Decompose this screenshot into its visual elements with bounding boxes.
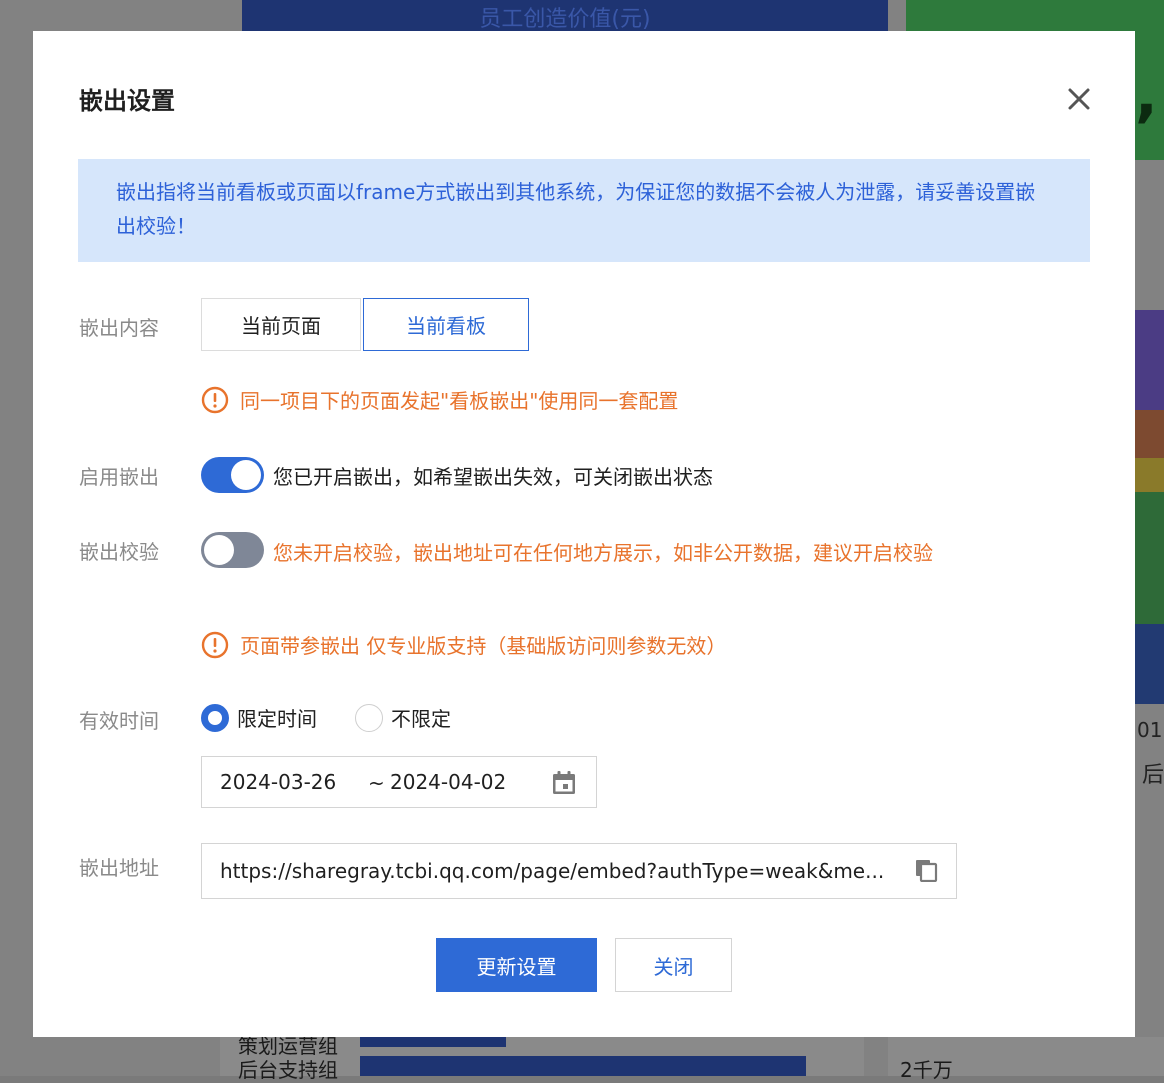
embed-verify-label: 嵌出校验 xyxy=(79,540,159,564)
update-settings-button[interactable]: 更新设置 xyxy=(436,938,597,992)
embed-url-field[interactable]: https://sharegray.tcbi.qq.com/page/embed… xyxy=(201,843,957,899)
toggle-knob xyxy=(204,535,234,565)
toggle-knob xyxy=(231,460,261,490)
background-bar-row1 xyxy=(360,1037,506,1047)
radio-unlimited-label: 不限定 xyxy=(391,707,451,731)
radio-limited-time[interactable]: 限定时间 xyxy=(201,703,317,732)
embed-verify-toggle[interactable] xyxy=(201,532,264,568)
embed-url-text: https://sharegray.tcbi.qq.com/page/embed… xyxy=(220,859,885,883)
validity-label: 有效时间 xyxy=(79,709,159,733)
embed-settings-dialog: 嵌出设置 嵌出指将当前看板或页面以frame方式嵌出到其他系统，为保证您的数据不… xyxy=(33,31,1135,1037)
config-warning-text: 同一项目下的页面发起"看板嵌出"使用同一套配置 xyxy=(240,389,679,413)
config-warning: 同一项目下的页面发起"看板嵌出"使用同一套配置 xyxy=(201,385,678,414)
param-warning-text: 页面带参嵌出 仅专业版支持（基础版访问则参数无效） xyxy=(240,634,727,658)
background-chart-header: 员工创造价值(元) xyxy=(242,0,888,34)
enable-embed-text: 您已开启嵌出，如希望嵌出失效，可关闭嵌出状态 xyxy=(273,465,713,489)
copy-icon[interactable] xyxy=(914,858,938,882)
dialog-title: 嵌出设置 xyxy=(79,87,175,115)
radio-checked-icon xyxy=(201,703,229,732)
background-value: 2千万 xyxy=(900,1058,953,1082)
background-bar-green xyxy=(1135,492,1164,624)
radio-limited-time-label: 限定时间 xyxy=(237,707,317,731)
date-range-picker[interactable]: 2024-03-26 ~ 2024-04-02 xyxy=(201,756,597,808)
radio-unlimited[interactable]: 不限定 xyxy=(355,703,451,732)
background-bar-orange xyxy=(1135,410,1164,458)
param-warning: 页面带参嵌出 仅专业版支持（基础版访问则参数无效） xyxy=(201,630,726,659)
background-row2-label: 后台支持组 xyxy=(238,1058,338,1082)
background-text-fragment: , xyxy=(1135,60,1158,130)
date-start: 2024-03-26 xyxy=(220,770,337,794)
background-text-01: 01 xyxy=(1137,718,1163,742)
background-bar-navy xyxy=(1135,624,1164,704)
embed-url-label: 嵌出地址 xyxy=(79,856,159,880)
embed-content-label: 嵌出内容 xyxy=(79,316,159,340)
warning-icon xyxy=(201,386,229,413)
segment-current-board[interactable]: 当前看板 xyxy=(363,298,529,351)
calendar-icon[interactable] xyxy=(550,769,578,797)
background-bar-row2 xyxy=(360,1056,806,1076)
close-button[interactable]: 关闭 xyxy=(615,938,732,992)
radio-unchecked-icon xyxy=(355,703,383,732)
warning-icon xyxy=(201,631,229,658)
background-bar-purple xyxy=(1135,310,1164,410)
background-text-hou: 后 xyxy=(1142,763,1164,788)
segment-current-page[interactable]: 当前页面 xyxy=(201,298,361,351)
date-end: 2024-04-02 xyxy=(390,770,507,794)
embed-verify-text: 您未开启校验，嵌出地址可在任何地方展示，如非公开数据，建议开启校验 xyxy=(273,541,933,565)
date-separator: ~ xyxy=(368,771,385,795)
enable-embed-label: 启用嵌出 xyxy=(79,465,159,489)
background-bar-yellow xyxy=(1135,458,1164,492)
enable-embed-toggle[interactable] xyxy=(201,457,264,493)
notice-banner: 嵌出指将当前看板或页面以frame方式嵌出到其他系统，为保证您的数据不会被人为泄… xyxy=(78,159,1090,262)
close-icon[interactable] xyxy=(1063,83,1095,115)
